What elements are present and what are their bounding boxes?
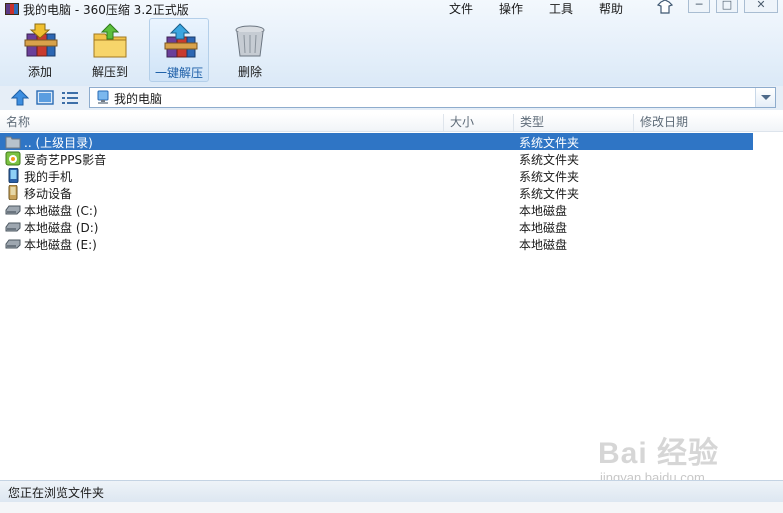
file-row[interactable]: 移动设备 系统文件夹 <box>0 183 783 201</box>
status-bar: 您正在浏览文件夹 <box>0 480 783 502</box>
mobile-device-icon <box>8 185 18 200</box>
extract-folder-icon <box>93 23 127 58</box>
file-row[interactable]: .. (上级目录) 系统文件夹 <box>0 132 783 150</box>
app-icon <box>5 3 19 15</box>
one-click-extract-icon <box>164 23 198 58</box>
add-button[interactable]: 添加 <box>10 18 70 82</box>
watermark-brand: Bai 经验 <box>598 437 720 470</box>
chevron-down-icon <box>761 95 771 100</box>
close-button[interactable]: ✕ <box>744 0 778 13</box>
extract-to-button[interactable]: 解压到 <box>80 18 140 82</box>
column-header: 名称 大小 类型 修改日期 <box>0 114 783 132</box>
drive-icon <box>5 205 21 215</box>
top-panel: 我的电脑 - 360压缩 3.2正式版 文件 操作 工具 帮助 ─ □ ✕ 添加… <box>0 0 783 86</box>
computer-icon <box>97 90 109 104</box>
minimize-button[interactable]: ─ <box>688 0 710 13</box>
phone-icon <box>8 168 19 183</box>
title-bar: 我的电脑 - 360压缩 3.2正式版 文件 操作 工具 帮助 ─ □ ✕ <box>0 0 783 18</box>
menu-file[interactable]: 文件 <box>449 0 473 17</box>
thumbnail-view-icon[interactable] <box>36 89 54 106</box>
close-icon: ✕ <box>756 0 766 11</box>
file-type: 本地磁盘 <box>519 238 568 252</box>
delete-button[interactable]: 删除 <box>220 18 280 82</box>
up-arrow-icon[interactable] <box>10 89 30 106</box>
skin-icon[interactable] <box>656 0 674 14</box>
minimize-icon: ─ <box>695 0 703 11</box>
selection-highlight <box>0 133 753 150</box>
one-click-extract-label: 一键解压 <box>154 66 203 80</box>
maximize-icon: □ <box>721 0 733 11</box>
trash-icon <box>235 25 265 57</box>
folder-up-icon <box>5 136 21 149</box>
menu-operation[interactable]: 操作 <box>499 0 523 17</box>
file-row[interactable]: 爱奇艺PPS影音 系统文件夹 <box>0 149 783 167</box>
add-archive-icon <box>24 23 58 57</box>
address-dropdown-button[interactable] <box>755 88 775 107</box>
window-bottom-edge <box>0 502 783 513</box>
file-row[interactable]: 本地磁盘 (D:) 本地磁盘 <box>0 217 783 235</box>
file-row[interactable]: 本地磁盘 (E:) 本地磁盘 <box>0 234 783 252</box>
menu-tools[interactable]: 工具 <box>549 0 573 17</box>
menu-help[interactable]: 帮助 <box>599 0 623 17</box>
list-view-icon[interactable] <box>61 89 79 106</box>
address-row: 我的电脑 <box>0 86 783 110</box>
file-row[interactable]: 本地磁盘 (C:) 本地磁盘 <box>0 200 783 218</box>
drive-icon <box>5 222 21 232</box>
column-name[interactable]: 名称 <box>0 114 444 131</box>
extract-to-label: 解压到 <box>91 65 128 79</box>
column-type[interactable]: 类型 <box>514 114 634 131</box>
status-text: 您正在浏览文件夹 <box>8 486 105 500</box>
file-name: 本地磁盘 (E:) <box>24 238 97 252</box>
column-size[interactable]: 大小 <box>444 114 514 131</box>
delete-label: 删除 <box>237 65 262 79</box>
one-click-extract-button[interactable]: 一键解压 <box>149 18 209 82</box>
file-row[interactable]: 我的手机 系统文件夹 <box>0 166 783 184</box>
window-title: 我的电脑 - 360压缩 3.2正式版 <box>23 3 189 17</box>
add-label: 添加 <box>27 65 52 79</box>
watermark: Bai 经验 jingyan.baidu.com <box>598 428 778 488</box>
address-value: 我的电脑 <box>114 92 163 106</box>
column-modified[interactable]: 修改日期 <box>634 114 783 131</box>
drive-icon <box>5 239 21 249</box>
pps-app-icon <box>5 151 21 166</box>
maximize-button[interactable]: □ <box>716 0 738 13</box>
address-bar[interactable]: 我的电脑 <box>89 87 776 108</box>
